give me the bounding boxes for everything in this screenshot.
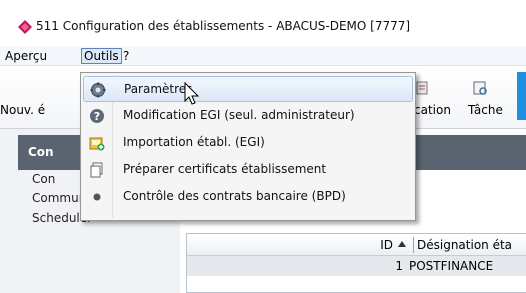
toolbar-new-button[interactable]: Nouv. é: [0, 103, 45, 117]
table-row[interactable]: 1 POSTFINANCE: [187, 256, 526, 276]
cell-designation: POSTFINANCE: [409, 259, 494, 273]
menu-outils[interactable]: Outils: [81, 48, 122, 64]
toolbar-communication-button[interactable]: cation: [414, 103, 451, 117]
title-bar: 511 Configuration des établissements - A…: [0, 0, 526, 46]
toolbar-task-button[interactable]: Tâche: [468, 103, 503, 117]
cell-id: 1: [395, 259, 403, 273]
menu-item-label: Modification EGI (seul. administrateur): [123, 108, 355, 122]
abacus-diamond-icon: [18, 20, 32, 34]
bullet-icon: [93, 193, 101, 201]
menu-item-certificats[interactable]: Préparer certificats établissement: [83, 157, 413, 183]
window-title: 511 Configuration des établissements - A…: [36, 19, 411, 33]
menu-item-modification-egi[interactable]: ? Modification EGI (seul. administrateur…: [83, 103, 413, 129]
outils-dropdown-menu: Paramètres ? Modification EGI (seul. adm…: [80, 72, 416, 221]
help-circle-icon: ?: [90, 109, 104, 123]
menu-item-label: Contrôle des contrats bancaire (BPD): [123, 189, 346, 203]
menu-item-parametres[interactable]: Paramètres: [83, 76, 413, 102]
menu-bar: Aperçu Outils ?: [0, 46, 526, 66]
menu-apercu[interactable]: Aperçu: [3, 48, 49, 64]
menu-help[interactable]: ?: [121, 48, 131, 64]
certificate-icon: [90, 162, 103, 178]
mouse-cursor-icon: [184, 82, 200, 105]
gear-icon: [90, 82, 106, 98]
nav-header-label: Con: [28, 145, 54, 159]
grid-header: ID Désignation éta: [187, 234, 526, 256]
menu-item-importation[interactable]: Importation établ. (EGI): [83, 130, 413, 156]
menu-item-label: Importation établ. (EGI): [123, 135, 265, 149]
nav-item-con[interactable]: Con: [32, 172, 55, 186]
communication-icon[interactable]: [414, 80, 430, 96]
import-icon: [89, 137, 105, 151]
data-grid: ID Désignation éta 1 POSTFINANCE: [186, 233, 526, 293]
column-header-designation[interactable]: Désignation éta: [417, 238, 512, 252]
column-separator: [413, 237, 414, 253]
sort-ascending-icon[interactable]: [398, 241, 406, 247]
menu-item-label: Préparer certificats établissement: [123, 162, 327, 176]
menu-item-controle-bpd[interactable]: Contrôle des contrats bancaire (BPD): [83, 184, 413, 210]
menu-item-label: Paramètres: [124, 82, 193, 96]
task-icon[interactable]: [472, 80, 488, 96]
toolbar-accent-bar: [517, 72, 526, 120]
svg-text:?: ?: [94, 110, 100, 123]
column-header-id[interactable]: ID: [187, 238, 393, 252]
